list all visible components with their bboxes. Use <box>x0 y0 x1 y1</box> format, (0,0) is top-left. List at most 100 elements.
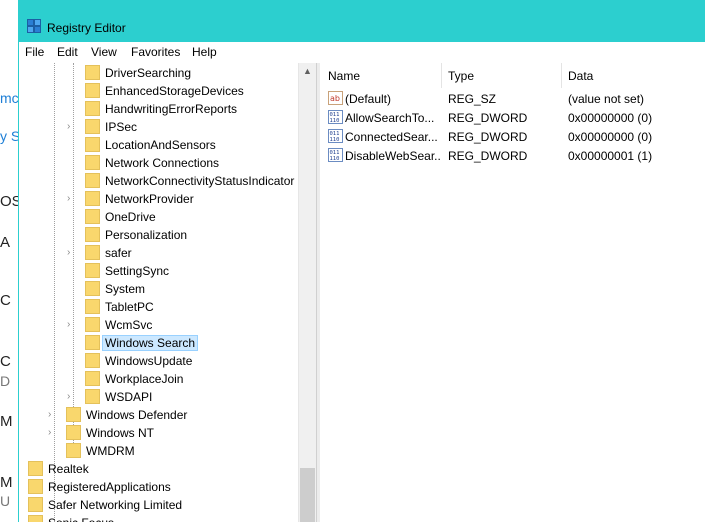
svg-text:110: 110 <box>330 118 340 124</box>
tree-node[interactable]: › WcmSvc <box>19 316 298 334</box>
expand-chevron-icon[interactable]: › <box>48 427 57 438</box>
tree-node-label: LocationAndSensors <box>105 138 216 152</box>
value-type-cell: REG_DWORD <box>448 111 528 125</box>
menu-view[interactable]: View <box>91 45 117 59</box>
folder-icon <box>85 191 100 206</box>
background-text: C <box>0 292 11 309</box>
tree-node-label: Personalization <box>105 228 188 242</box>
value-row[interactable]: 011 110 ConnectedSear... REG_DWORD 0x0000000… <box>320 127 700 146</box>
tree-node-label: HandwritingErrorReports <box>105 102 238 116</box>
scroll-thumb[interactable] <box>300 468 315 522</box>
tree-node[interactable]: WindowsUpdate <box>19 352 298 370</box>
folder-icon <box>85 335 100 350</box>
title-bar[interactable]: Registry Editor <box>19 0 705 42</box>
column-header-type[interactable]: Type <box>448 69 474 83</box>
window-title: Registry Editor <box>47 21 126 35</box>
tree-node-label: System <box>105 282 146 296</box>
tree-node-label: Windows Search <box>101 335 199 351</box>
column-header-data[interactable]: Data <box>568 69 593 83</box>
folder-icon <box>66 407 81 422</box>
folder-icon <box>85 353 100 368</box>
tree-node[interactable]: SettingSync <box>19 262 298 280</box>
menu-file[interactable]: File <box>25 45 44 59</box>
expand-chevron-icon[interactable]: › <box>48 409 57 420</box>
folder-icon <box>85 317 100 332</box>
column-header-name[interactable]: Name <box>328 69 360 83</box>
tree-node[interactable]: › safer <box>19 244 298 262</box>
menu-help[interactable]: Help <box>192 45 217 59</box>
tree-node-label: Network Connections <box>105 156 220 170</box>
tree-node-label: SettingSync <box>105 264 170 278</box>
tree-node[interactable]: Safer Networking Limited <box>19 496 298 514</box>
tree-node[interactable]: Network Connections <box>19 154 298 172</box>
tree-node[interactable]: DriverSearching <box>19 64 298 82</box>
column-divider[interactable] <box>561 63 562 88</box>
tree-node[interactable]: WMDRM <box>19 442 298 460</box>
tree-node[interactable]: › IPSec <box>19 118 298 136</box>
tree-node[interactable]: NetworkConnectivityStatusIndicator <box>19 172 298 190</box>
tree-vertical-scrollbar[interactable]: ▲ <box>298 63 316 522</box>
value-row[interactable]: ab (Default) REG_SZ (value not set) <box>320 89 700 108</box>
tree-node[interactable]: Realtek <box>19 460 298 478</box>
expand-chevron-icon[interactable]: › <box>67 193 76 204</box>
svg-text:ab: ab <box>330 94 340 103</box>
tree-node[interactable]: › Windows Defender <box>19 406 298 424</box>
tree-node[interactable]: TabletPC <box>19 298 298 316</box>
value-row[interactable]: 011 110 DisableWebSear... REG_DWORD 0x000000… <box>320 146 700 165</box>
tree-node[interactable]: OneDrive <box>19 208 298 226</box>
tree-node[interactable]: LocationAndSensors <box>19 136 298 154</box>
svg-text:110: 110 <box>330 156 340 162</box>
value-name-cell: ConnectedSear... <box>345 130 438 144</box>
folder-icon <box>66 443 81 458</box>
tree-node[interactable]: Personalization <box>19 226 298 244</box>
folder-icon <box>85 389 100 404</box>
tree-node[interactable]: WorkplaceJoin <box>19 370 298 388</box>
tree-node[interactable]: EnhancedStorageDevices <box>19 82 298 100</box>
tree-node-label: RegisteredApplications <box>48 480 171 494</box>
scroll-up-arrow-icon[interactable]: ▲ <box>299 63 316 80</box>
tree-node[interactable]: Sonic Focus <box>19 514 298 522</box>
tree-node[interactable]: RegisteredApplications <box>19 478 298 496</box>
menu-bar: File Edit View Favorites Help <box>19 42 705 63</box>
folder-icon <box>28 479 43 494</box>
value-name-cell: (Default) <box>345 92 392 106</box>
tree-node[interactable]: › Windows NT <box>19 424 298 442</box>
folder-icon <box>85 227 100 242</box>
value-type-cell: REG_DWORD <box>448 130 528 144</box>
tree-node-label: TabletPC <box>105 300 154 314</box>
menu-edit[interactable]: Edit <box>57 45 78 59</box>
svg-text:110: 110 <box>330 137 340 143</box>
background-text: M <box>0 474 13 491</box>
value-name-cell: AllowSearchTo... <box>345 111 435 125</box>
expand-chevron-icon[interactable]: › <box>67 247 76 258</box>
folder-icon <box>85 371 100 386</box>
background-text: mc <box>0 90 19 106</box>
expand-chevron-icon[interactable]: › <box>67 121 76 132</box>
folder-icon <box>85 245 100 260</box>
menu-favorites[interactable]: Favorites <box>131 45 180 59</box>
background-text: M <box>0 413 13 430</box>
tree-node[interactable]: HandwritingErrorReports <box>19 100 298 118</box>
tree-node-label: NetworkConnectivityStatusIndicator <box>105 174 295 188</box>
value-row[interactable]: 011 110 AllowSearchTo... REG_DWORD 0x0000000… <box>320 108 700 127</box>
column-divider[interactable] <box>441 63 442 88</box>
tree-node[interactable]: Windows Search <box>19 334 298 352</box>
folder-icon <box>85 155 100 170</box>
tree-node-label: OneDrive <box>105 210 156 224</box>
registry-editor-app-icon <box>27 19 41 33</box>
folder-icon <box>28 515 43 522</box>
registry-tree[interactable]: DriverSearching EnhancedStorageDevices Han… <box>19 63 316 522</box>
tree-node[interactable]: › WSDAPI <box>19 388 298 406</box>
tree-node-label: DriverSearching <box>105 66 192 80</box>
background-text: U <box>0 493 11 509</box>
folder-icon <box>85 173 100 188</box>
tree-node[interactable]: › NetworkProvider <box>19 190 298 208</box>
tree-node-label: WorkplaceJoin <box>105 372 184 386</box>
tree-node[interactable]: System <box>19 280 298 298</box>
expand-chevron-icon[interactable]: › <box>67 319 76 330</box>
tree-node-label: Sonic Focus <box>46 516 116 522</box>
folder-icon <box>85 137 100 152</box>
value-type-cell: REG_DWORD <box>448 149 528 163</box>
expand-chevron-icon[interactable]: › <box>67 391 76 402</box>
values-header: Name Type Data <box>320 63 705 88</box>
